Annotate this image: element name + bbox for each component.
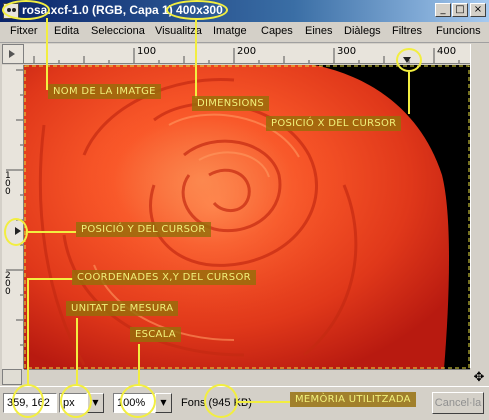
- connector-coords-h: [27, 278, 73, 280]
- menu-eines[interactable]: Eines: [305, 25, 333, 37]
- menu-selecciona[interactable]: Selecciona: [91, 25, 145, 37]
- menu-funcions[interactable]: Funcions: [436, 25, 481, 37]
- highlight-circle-name: [2, 0, 50, 20]
- menu-filtres[interactable]: Filtres: [392, 25, 422, 37]
- menu-dialegs[interactable]: Diàlegs: [344, 25, 381, 37]
- ruler-corner-button[interactable]: [2, 44, 24, 64]
- cancel-button[interactable]: Cancel·la: [432, 392, 484, 414]
- menu-capes[interactable]: Capes: [261, 25, 293, 37]
- vertical-scrollbar[interactable]: [470, 44, 489, 368]
- close-button[interactable]: ×: [470, 3, 486, 17]
- annotation-cursor-x: POSICIÓ X DEL CURSOR: [266, 116, 402, 131]
- ruler-label-v100: 100: [5, 171, 11, 197]
- highlight-circle-dimensions: [166, 0, 228, 20]
- annotation-unit: UNITAT DE MESURA: [66, 301, 179, 316]
- menu-fitxer[interactable]: Fitxer: [10, 25, 38, 37]
- ruler-label-100: 100: [137, 46, 157, 57]
- connector-y: [28, 231, 76, 233]
- menu-edita[interactable]: Edita: [54, 25, 79, 37]
- maximize-button[interactable]: □: [452, 3, 468, 17]
- highlight-circle-x: [396, 48, 422, 72]
- highlight-circle-zoom: [120, 384, 156, 418]
- connector-unit: [76, 318, 78, 386]
- connector-zoom: [138, 344, 140, 386]
- vertical-ruler[interactable]: 100 200: [2, 65, 24, 369]
- connector-coords-v: [27, 278, 29, 386]
- highlight-circle-coords: [12, 384, 44, 418]
- highlight-circle-memory: [204, 384, 238, 418]
- ruler-label-400: 400: [437, 46, 457, 57]
- annotation-scale: ESCALA: [130, 327, 181, 342]
- minimize-button[interactable]: _: [435, 3, 451, 17]
- navigate-icon[interactable]: ✥: [471, 370, 487, 385]
- annotation-memory: MEMÒRIA UTILITZADA: [290, 392, 416, 407]
- connector-memory: [236, 401, 290, 403]
- connector-dimensions: [195, 18, 197, 98]
- highlight-circle-y: [4, 218, 28, 246]
- ruler-label-v200: 200: [5, 271, 11, 297]
- annotation-dimensions: DIMENSIONS: [192, 96, 270, 111]
- ruler-label-300: 300: [337, 46, 357, 57]
- zoom-dropdown-button[interactable]: ▼: [155, 393, 172, 413]
- horizontal-scrollbar[interactable]: [24, 369, 470, 385]
- connector-x: [408, 72, 410, 114]
- connector-name: [46, 18, 48, 90]
- annotation-image-name: NOM DE LA IMATGE: [48, 84, 161, 99]
- annotation-cursor-y: POSICIÓ Y DEL CURSOR: [76, 222, 211, 237]
- highlight-circle-unit: [60, 384, 92, 418]
- annotation-cursor-xy: COORDENADES X,Y DEL CURSOR: [72, 270, 256, 285]
- ruler-label-200: 200: [237, 46, 257, 57]
- menu-imatge[interactable]: Imatge: [213, 25, 247, 37]
- quick-mask-toggle[interactable]: [2, 369, 22, 385]
